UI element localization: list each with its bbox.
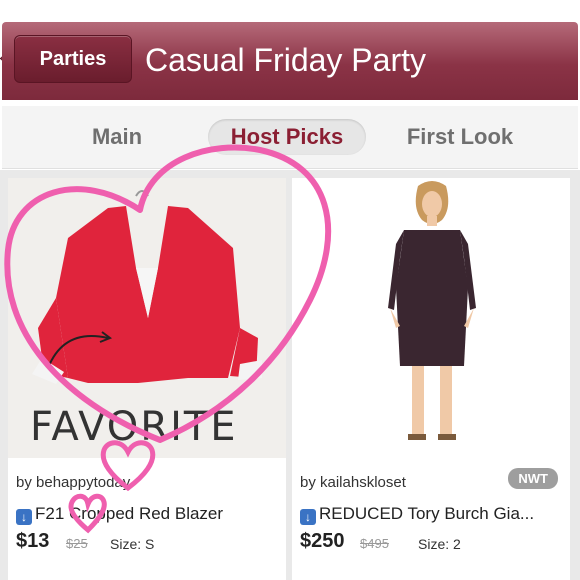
nwt-badge: NWT [508,468,558,489]
listing-price: $13 [16,530,50,552]
blazer-photo: FAVORITE [8,178,286,458]
listing-size: Size: 2 [418,536,461,552]
dress-photo [292,178,570,458]
seller-name[interactable]: by kailahskloset [300,474,406,491]
original-price: $495 [360,536,389,551]
listing-title-text: F21 Cropped Red Blazer [35,504,224,523]
listing-title[interactable]: ↓ F21 Cropped Red Blazer [16,504,284,525]
original-price: $25 [66,536,88,551]
listing-card[interactable]: FAVORITE by behappytoday ↓ F21 Cropped Re… [8,178,286,580]
back-button-parties[interactable]: Parties [14,35,132,83]
price-drop-icon: ↓ [300,509,316,525]
photo-caption-text: FAVORITE [30,404,238,450]
tab-host-picks[interactable]: Host Picks [208,119,366,155]
seller-name[interactable]: by behappytoday [16,474,130,491]
listing-grid: FAVORITE by behappytoday ↓ F21 Cropped Re… [0,170,580,580]
listing-price: $250 [300,530,345,552]
listing-title[interactable]: ↓ REDUCED Tory Burch Gia... [300,504,568,525]
listing-photo[interactable]: FAVORITE [8,178,286,458]
listing-card[interactable]: by kailahskloset NWT ↓ REDUCED Tory Burch… [292,178,570,580]
listing-photo[interactable] [292,178,570,458]
page-title: Casual Friday Party [145,42,426,78]
tab-main[interactable]: Main [86,119,148,155]
nav-header: Parties Casual Friday Party [2,22,578,100]
listing-size: Size: S [110,536,155,552]
listing-title-text: REDUCED Tory Burch Gia... [319,504,535,523]
tab-first-look[interactable]: First Look [398,119,522,155]
price-drop-icon: ↓ [16,509,32,525]
tab-bar: Main Host Picks First Look [2,106,578,169]
